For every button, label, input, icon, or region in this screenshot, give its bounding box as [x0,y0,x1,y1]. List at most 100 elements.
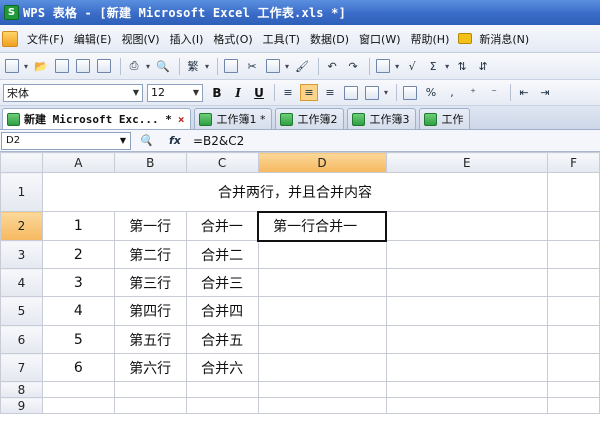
cell-c5[interactable]: 合并四 [185,296,259,326]
cell-d9[interactable] [257,397,387,414]
cell-f2[interactable] [547,211,600,241]
tab-workbook-more[interactable]: 工作 [419,108,471,129]
cell-c8[interactable] [185,381,259,398]
cell-f1[interactable] [547,172,600,212]
cell-e3[interactable] [385,240,549,269]
cut-icon[interactable]: ✂ [243,58,261,75]
cell-e2[interactable] [385,211,549,241]
cell-e9[interactable] [385,397,549,414]
align-left-icon[interactable]: ≡ [279,84,297,101]
menu-new-message[interactable]: 新消息(N) [474,31,534,47]
select-all-corner[interactable] [0,152,43,173]
cell-f8[interactable] [547,381,600,398]
fill-color-icon[interactable] [374,58,392,75]
chevron-down-icon[interactable]: ▾ [395,62,399,71]
format-painter-icon[interactable]: 🖌 [293,58,311,75]
cell-f7[interactable] [547,353,600,382]
cell-e7[interactable] [385,353,549,382]
cell-a6[interactable]: 5 [41,325,115,354]
cell-b6[interactable]: 第五行 [113,325,187,354]
cell-c9[interactable] [185,397,259,414]
merge-cells-icon[interactable] [342,84,360,101]
cell-a3[interactable]: 2 [41,240,115,269]
sort-descending-icon[interactable]: ⇵ [474,58,492,75]
underline-button[interactable]: U [249,86,269,100]
font-name-select[interactable]: 宋体 ▼ [3,83,143,102]
chevron-down-icon[interactable]: ▾ [445,62,449,71]
row-header-8[interactable]: 8 [0,381,43,398]
new-document-icon[interactable] [3,58,21,75]
chevron-down-icon[interactable]: ▾ [285,62,289,71]
comma-style-icon[interactable]: , [443,84,461,101]
export-pdf-icon[interactable] [95,58,113,75]
menu-view[interactable]: 视图(V) [116,31,164,47]
cell-b9[interactable] [113,397,187,414]
fx-icon[interactable]: fx [169,134,181,147]
column-header-d[interactable]: D [257,152,387,173]
row-header-3[interactable]: 3 [0,240,43,269]
row-header-1[interactable]: 1 [0,172,43,212]
cell-d3[interactable] [257,240,387,269]
cell-f4[interactable] [547,268,600,297]
chevron-down-icon[interactable]: ▾ [24,62,28,71]
open-folder-icon[interactable]: 📂 [32,58,50,75]
copy-icon[interactable] [222,58,240,75]
app-menu-icon[interactable] [2,30,18,47]
cell-a8[interactable] [41,381,115,398]
currency-format-icon[interactable] [401,84,419,101]
sum-icon[interactable]: Σ [424,58,442,75]
row-header-2[interactable]: 2 [0,211,43,241]
paste-icon[interactable] [264,58,282,75]
cell-a9[interactable] [41,397,115,414]
cell-e6[interactable] [385,325,549,354]
menu-tools[interactable]: 工具(T) [258,31,305,47]
column-header-a[interactable]: A [41,152,115,173]
redo-icon[interactable]: ↷ [344,58,362,75]
email-icon[interactable] [74,58,92,75]
font-size-select[interactable]: 12 ▼ [147,83,203,102]
cell-a7[interactable]: 6 [41,353,115,382]
row-header-6[interactable]: 6 [0,325,43,354]
tab-workbook-1[interactable]: 工作簿1 * [194,108,273,129]
italic-button[interactable]: I [228,86,248,100]
tab-workbook-3[interactable]: 工作簿3 [347,108,417,129]
row-header-4[interactable]: 4 [0,268,43,297]
print-icon[interactable]: ⎙ [125,58,143,75]
cell-e5[interactable] [385,296,549,326]
merged-title-cell[interactable]: 合并两行，并且合并内容 [41,172,549,212]
print-preview-icon[interactable]: 🔍 [154,58,172,75]
close-icon[interactable]: × [178,113,185,126]
cell-d4[interactable] [257,268,387,297]
cell-b7[interactable]: 第六行 [113,353,187,382]
column-header-c[interactable]: C [185,152,259,173]
formula-input[interactable]: =B2&C2 [189,134,244,148]
cell-c6[interactable]: 合并五 [185,325,259,354]
cell-a4[interactable]: 3 [41,268,115,297]
cell-d7[interactable] [257,353,387,382]
name-box[interactable]: D2 ▼ [1,131,131,150]
cell-c7[interactable]: 合并六 [185,353,259,382]
column-header-b[interactable]: B [113,152,187,173]
cell-f6[interactable] [547,325,600,354]
increase-decimal-icon[interactable]: ⁺ [464,84,482,101]
row-header-5[interactable]: 5 [0,296,43,326]
cell-f9[interactable] [547,397,600,414]
cell-e4[interactable] [385,268,549,297]
increase-indent-icon[interactable]: ⇥ [536,84,554,101]
cell-c2[interactable]: 合并一 [185,211,259,241]
sort-ascending-icon[interactable]: ⇅ [453,58,471,75]
percent-format-icon[interactable]: % [422,84,440,101]
cell-e8[interactable] [385,381,549,398]
cell-d8[interactable] [257,381,387,398]
menu-help[interactable]: 帮助(H) [406,31,455,47]
cell-f5[interactable] [547,296,600,326]
decrease-decimal-icon[interactable]: ⁻ [485,84,503,101]
chevron-down-icon[interactable]: ▾ [146,62,150,71]
cell-b5[interactable]: 第四行 [113,296,187,326]
chevron-down-icon[interactable]: ▾ [384,88,388,97]
cell-a2[interactable]: 1 [41,211,115,241]
cell-d5[interactable] [257,296,387,326]
column-header-f[interactable]: F [547,152,600,173]
cell-a5[interactable]: 4 [41,296,115,326]
cell-b4[interactable]: 第三行 [113,268,187,297]
